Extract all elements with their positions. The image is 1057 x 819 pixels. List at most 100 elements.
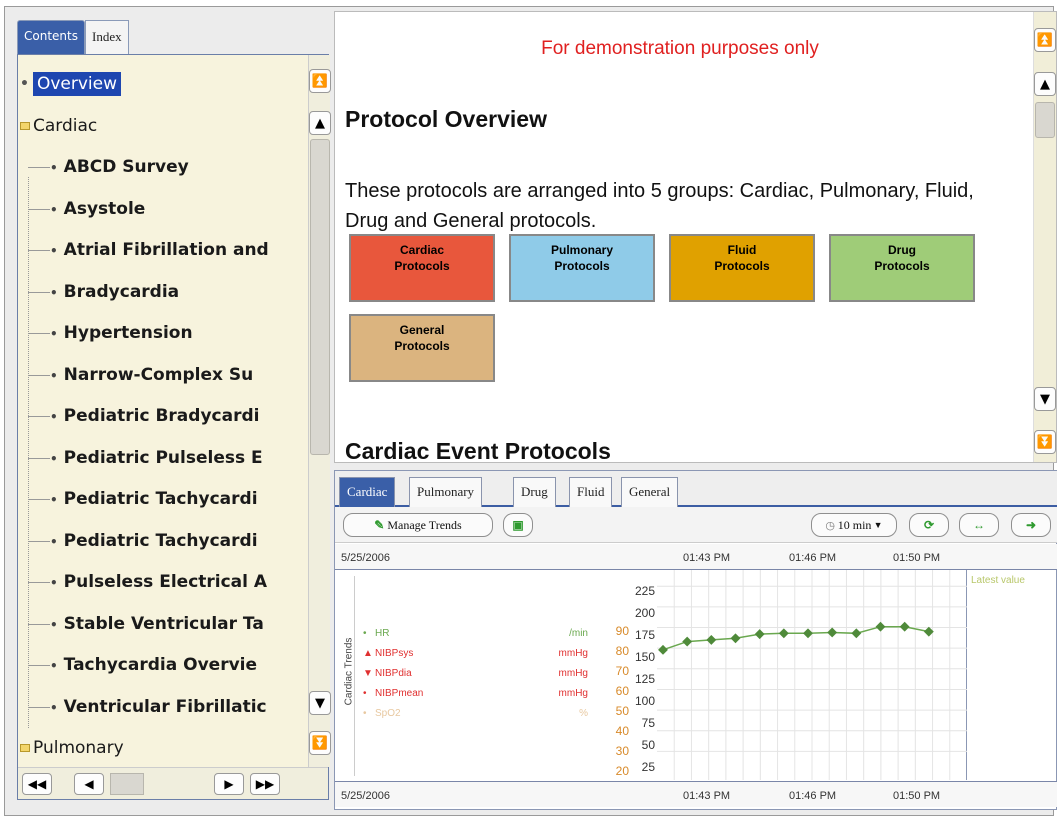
time-label: 01:43 PM xyxy=(683,552,731,564)
toc-item-label: Tachycardia Overvie xyxy=(63,655,258,675)
toc-item[interactable]: • Overview xyxy=(18,69,121,99)
toc-panel: • Overview Cardiac • ABCD Survey • Asystole • At… xyxy=(17,54,331,800)
toc-item[interactable]: • Pediatric Bradycardi xyxy=(18,401,259,431)
button-label-2: Protocols xyxy=(554,259,610,273)
hr-data-point xyxy=(706,634,717,645)
toc-item-label: Pediatric Bradycardi xyxy=(63,406,260,426)
toc-item[interactable]: • Narrow-Complex Su xyxy=(18,360,253,390)
tab-contents[interactable]: Contents xyxy=(17,20,85,54)
scroll-left-icon[interactable]: ◀ xyxy=(74,773,104,795)
legend-unit: mmHg xyxy=(558,648,588,659)
tab-cardiac[interactable]: Cardiac xyxy=(339,477,396,507)
tab-pulmonary[interactable]: Pulmonary xyxy=(409,477,483,507)
tab-index[interactable]: Index xyxy=(84,20,129,54)
content-vertical-scrollbar[interactable]: ⏫ ▲ ▼ ⏬ xyxy=(1033,12,1056,462)
legend-marker-icon: • xyxy=(363,708,367,719)
pulmonary-protocols-button[interactable]: Pulmonary Protocols xyxy=(509,234,655,302)
trend-settings-button[interactable]: ▣ xyxy=(503,513,533,537)
scroll-down-icon[interactable]: ▼ xyxy=(1034,387,1056,411)
tab-fluid[interactable]: Fluid xyxy=(569,477,613,507)
legend-unit: mmHg xyxy=(558,668,588,679)
toc-item[interactable]: • ABCD Survey xyxy=(18,152,189,182)
toc-item-label: Asystole xyxy=(63,198,146,219)
scroll-up-icon[interactable]: ▲ xyxy=(309,111,331,135)
trend-chart xyxy=(657,570,967,780)
scroll-top-icon[interactable]: ⏫ xyxy=(1034,28,1056,52)
refresh-button[interactable]: ⟳ xyxy=(909,513,949,537)
scroll-bottom-icon[interactable]: ⏬ xyxy=(1034,430,1056,454)
scroll-top-icon[interactable]: ⏫ xyxy=(309,69,331,93)
toc-item[interactable]: • Pediatric Pulseless E xyxy=(18,443,263,473)
toc-item-label: Atrial Fibrillation and xyxy=(63,240,269,260)
tab-drug[interactable]: Drug xyxy=(513,477,556,507)
trends-panel: Cardiac Pulmonary Drug Fluid General ✎ M… xyxy=(334,470,1057,810)
toc-item[interactable]: • Asystole xyxy=(18,194,145,224)
toc-folder[interactable]: Cardiac xyxy=(18,111,97,141)
toc-item-label: Stable Ventricular Ta xyxy=(63,613,264,634)
toc-item[interactable]: • Bradycardia xyxy=(18,277,179,307)
hr-data-point xyxy=(875,621,886,632)
hr-data-point xyxy=(682,636,693,647)
toc-item[interactable]: • Pediatric Tachycardi xyxy=(18,526,258,556)
toc-item[interactable]: • Atrial Fibrillation and xyxy=(18,235,269,265)
date-label: 5/25/2006 xyxy=(341,552,390,564)
button-label-2: Protocols xyxy=(394,339,450,353)
scroll-thumb[interactable] xyxy=(1035,102,1055,138)
scroll-thumb[interactable] xyxy=(310,139,330,455)
toc-item[interactable]: • Pulseless Electrical A xyxy=(18,567,267,597)
forward-button[interactable]: ➜ xyxy=(1011,513,1051,537)
scroll-last-icon[interactable]: ▶▶ xyxy=(250,773,280,795)
toc-item[interactable]: • Tachycardia Overvie xyxy=(18,650,257,680)
scroll-up-icon[interactable]: ▲ xyxy=(1034,72,1056,96)
hscroll-thumb[interactable] xyxy=(110,773,144,795)
toc-item[interactable]: • Pediatric Tachycardi xyxy=(18,484,258,514)
vertical-label-text: Cardiac Trends xyxy=(343,637,355,706)
date-label: 5/25/2006 xyxy=(341,790,390,802)
toc-item-text: • Tachycardia Overvie xyxy=(50,655,257,675)
toc-vertical-scrollbar[interactable]: ⏫ ▲ ▼ ⏬ xyxy=(308,55,331,767)
legend-name: SpO2 xyxy=(375,708,401,719)
scale-label: 75 xyxy=(641,716,655,730)
cardiac-protocols-button[interactable]: Cardiac Protocols xyxy=(349,234,495,302)
legend-name: NIBPdia xyxy=(375,668,412,679)
drug-protocols-button[interactable]: Drug Protocols xyxy=(829,234,975,302)
toc-horizontal-scrollbar[interactable]: ◀◀ ◀ ▶ ▶▶ xyxy=(18,767,328,799)
legend-name: NIBPmean xyxy=(375,688,424,699)
toc-item-label: ABCD Survey xyxy=(63,157,189,177)
toc-item-label: Ventricular Fibrillatic xyxy=(63,696,267,717)
help-content: For demonstration purposes only Protocol… xyxy=(334,11,1057,463)
interval-dropdown[interactable]: ◷ 10 min ▼ xyxy=(811,513,897,537)
toc-item[interactable]: • Ventricular Fibrillatic xyxy=(18,692,267,722)
manage-trends-button[interactable]: ✎ Manage Trends xyxy=(343,513,493,537)
tree-connector xyxy=(28,706,50,708)
chart-settings-icon: ▣ xyxy=(512,517,524,532)
scroll-first-icon[interactable]: ◀◀ xyxy=(22,773,52,795)
legend-unit: % xyxy=(579,708,588,719)
expand-button[interactable]: ↔ xyxy=(959,513,999,537)
scale-label: 225 xyxy=(634,584,655,598)
legend-marker-icon: • xyxy=(363,628,367,639)
hr-data-point xyxy=(658,644,668,655)
scroll-down-icon[interactable]: ▼ xyxy=(309,691,331,715)
tree-connector xyxy=(28,623,50,625)
hr-data-point xyxy=(899,621,910,632)
tree-connector xyxy=(28,208,50,210)
scroll-right-icon[interactable]: ▶ xyxy=(214,773,244,795)
toc-item-text: • Atrial Fibrillation and xyxy=(50,240,269,260)
scroll-bottom-icon[interactable]: ⏬ xyxy=(309,731,331,755)
bullet-icon: • xyxy=(50,285,58,300)
toc-item-text: • Narrow-Complex Su xyxy=(50,365,253,385)
arrows-horizontal-icon: ↔ xyxy=(973,517,985,532)
fluid-protocols-button[interactable]: Fluid Protocols xyxy=(669,234,815,302)
folder-icon xyxy=(20,744,30,752)
toc-item-text: • Bradycardia xyxy=(50,282,179,302)
tab-general[interactable]: General xyxy=(621,477,679,507)
toc-item-label: Narrow-Complex Su xyxy=(63,364,254,385)
scale-label: 175 xyxy=(634,628,655,642)
toc-item[interactable]: • Hypertension xyxy=(18,318,193,348)
general-protocols-button[interactable]: General Protocols xyxy=(349,314,495,382)
toc-item-text: • Pediatric Pulseless E xyxy=(50,448,263,468)
toc-folder[interactable]: Pulmonary xyxy=(18,733,124,763)
bullet-icon: • xyxy=(50,534,58,549)
toc-item[interactable]: • Stable Ventricular Ta xyxy=(18,609,264,639)
